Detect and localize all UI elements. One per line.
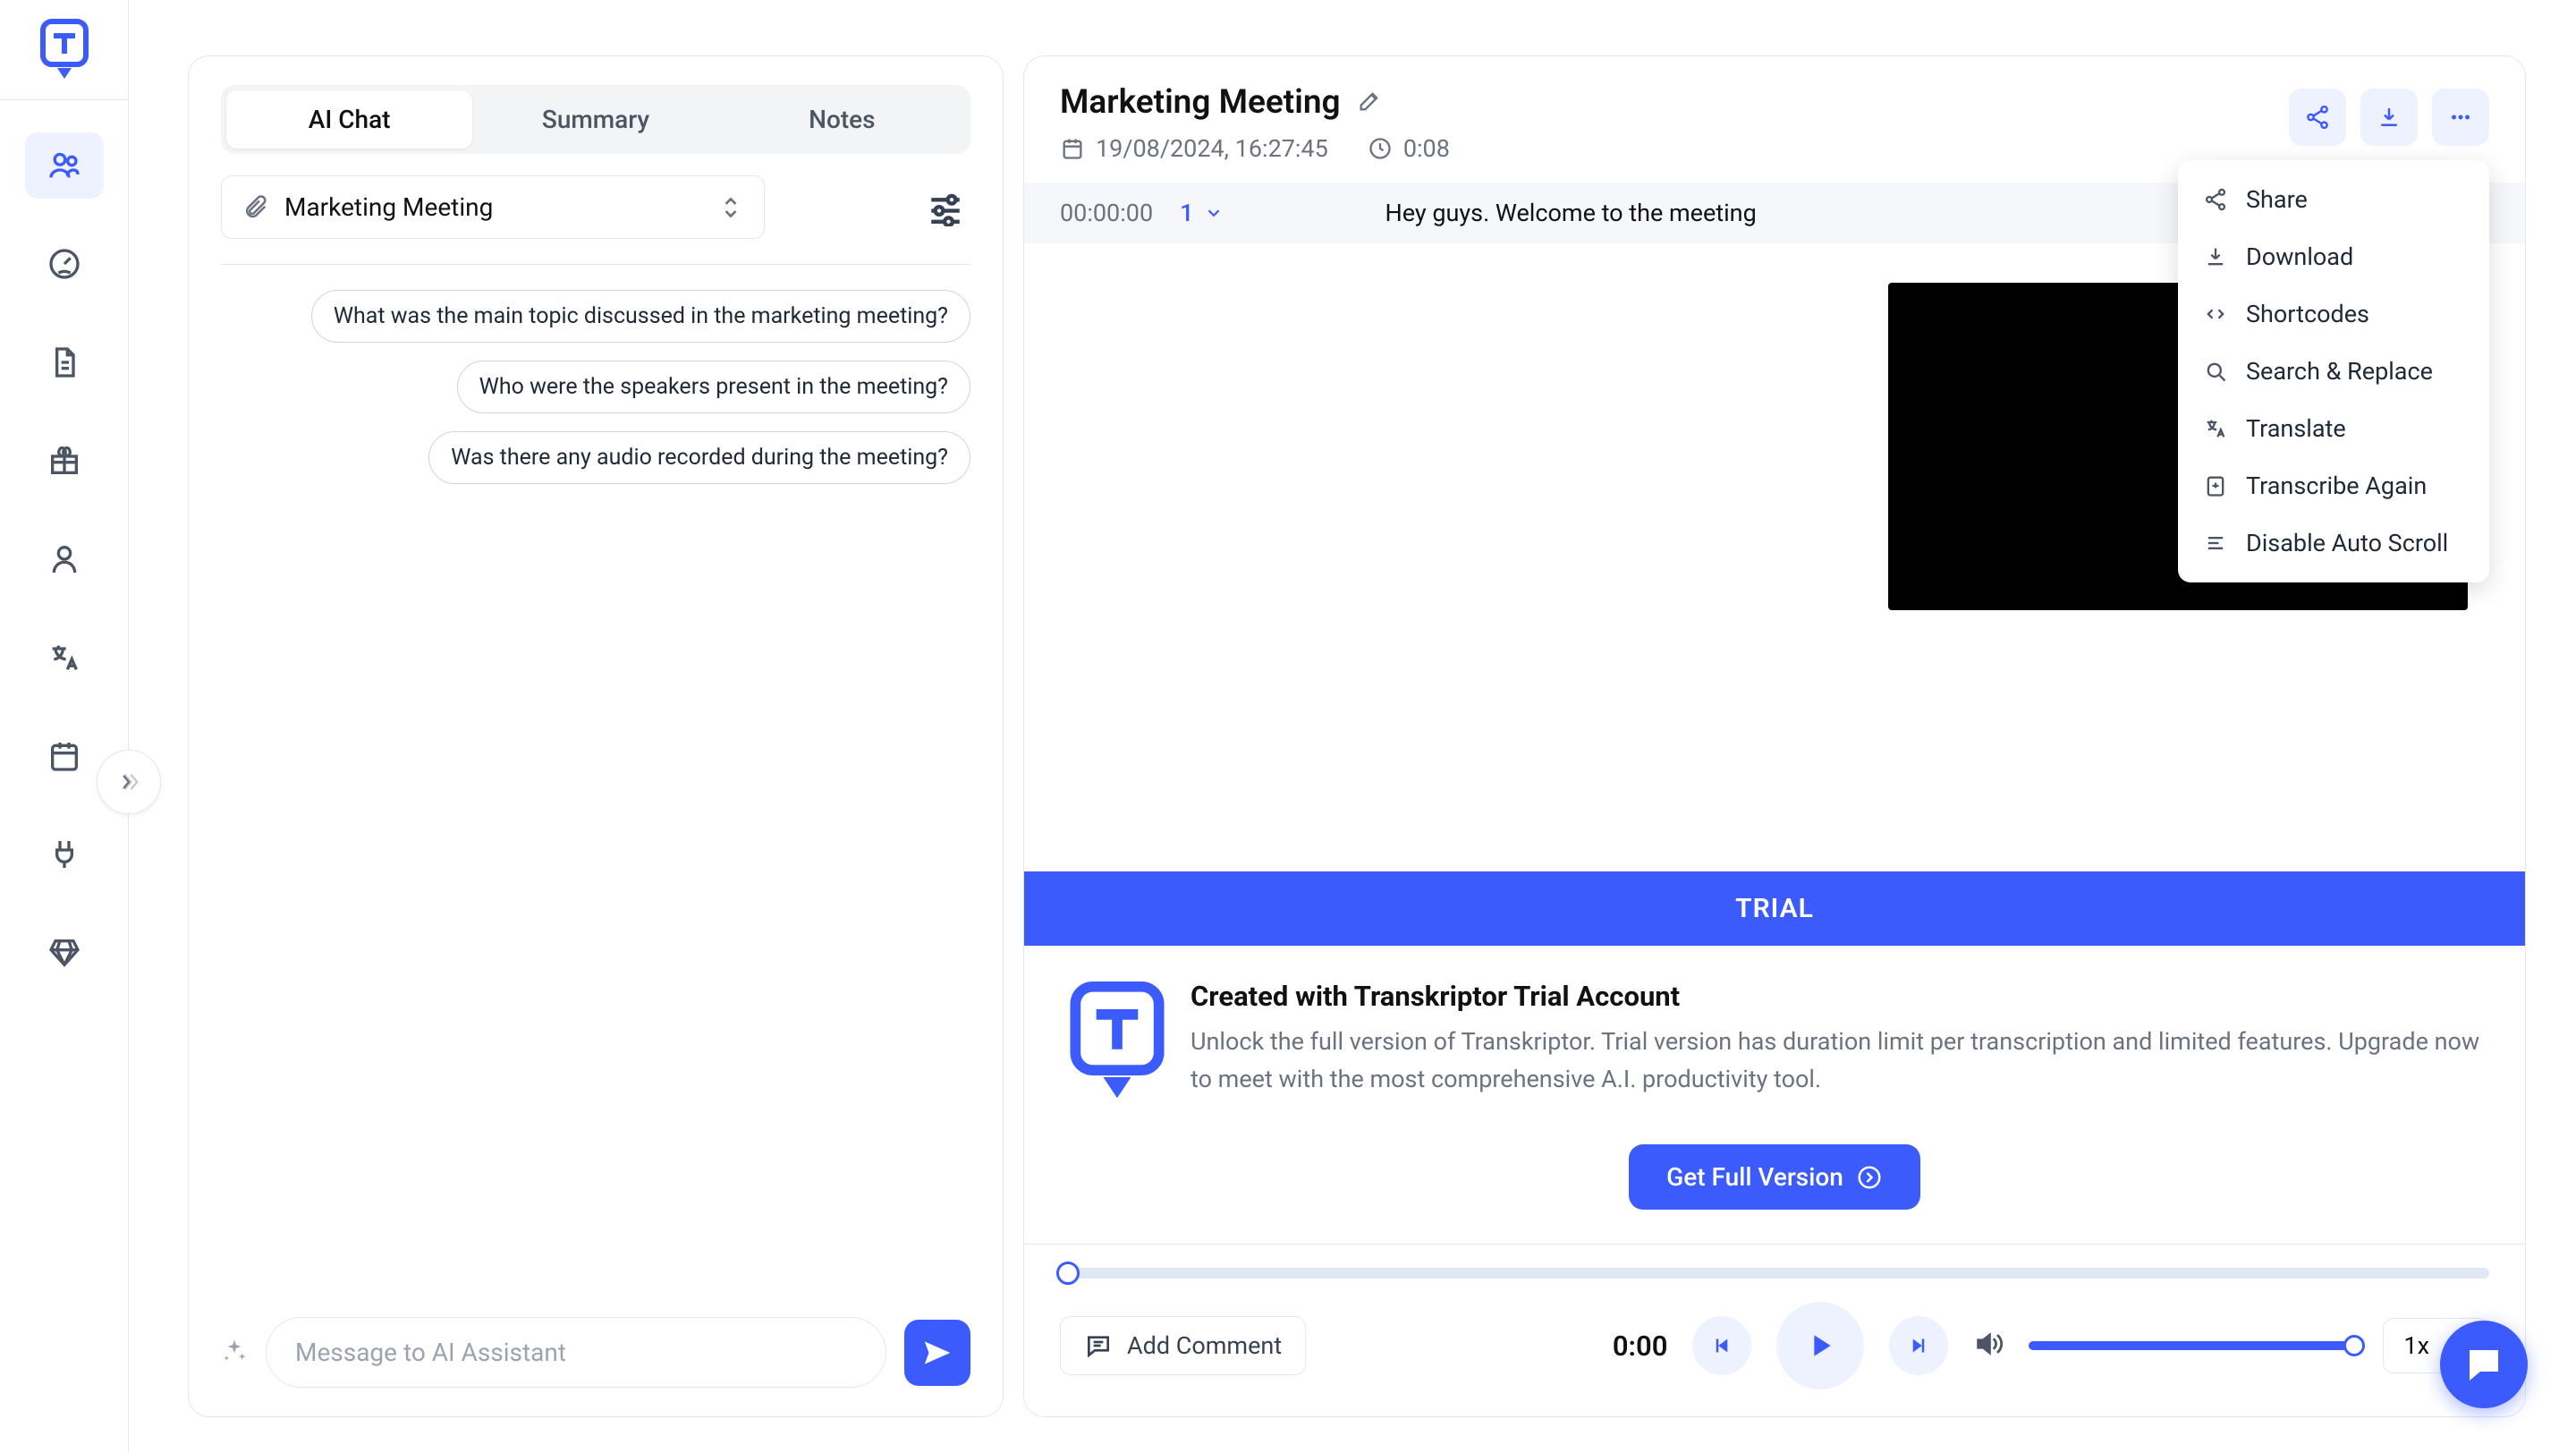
sidebar — [0, 0, 129, 1453]
help-chat-button[interactable] — [2440, 1321, 2528, 1408]
transcript-text: Hey guys. Welcome to the meeting — [1385, 199, 1756, 227]
dropdown-download[interactable]: Download — [2178, 228, 2489, 285]
transcript-title: Marketing Meeting — [1060, 83, 1341, 122]
tab-summary[interactable]: Summary — [472, 90, 718, 149]
file-name: Marketing Meeting — [284, 192, 701, 222]
trial-heading: Created with Transkriptor Trial Account — [1191, 980, 2482, 1013]
download-button[interactable] — [2360, 89, 2418, 146]
dropdown-transcribe-again[interactable]: Transcribe Again — [2178, 457, 2489, 514]
sidebar-item-integrations[interactable] — [25, 821, 104, 888]
filter-button[interactable] — [920, 183, 970, 233]
sparkle-icon — [221, 1338, 248, 1368]
dropdown-shortcodes[interactable]: Shortcodes — [2178, 285, 2489, 343]
next-button[interactable] — [1889, 1316, 1948, 1375]
sidebar-item-translate[interactable] — [25, 625, 104, 691]
playback-time: 0:00 — [1613, 1330, 1668, 1363]
more-dropdown: Share Download Shortcodes Search & Repla… — [2178, 160, 2489, 582]
volume-slider[interactable] — [2029, 1341, 2358, 1350]
paperclip-icon — [242, 194, 268, 221]
sidebar-item-dashboard[interactable] — [25, 231, 104, 297]
suggestion-chip[interactable]: Was there any audio recorded during the … — [428, 431, 970, 484]
share-button[interactable] — [2289, 89, 2346, 146]
get-full-version-button[interactable]: Get Full Version — [1629, 1144, 1920, 1210]
suggestion-chip[interactable]: What was the main topic discussed in the… — [311, 290, 970, 343]
volume-button[interactable] — [1973, 1329, 2004, 1363]
trial-body-text: Unlock the full version of Transkriptor.… — [1191, 1024, 2482, 1099]
tab-ai-chat[interactable]: AI Chat — [226, 90, 472, 149]
sidebar-item-premium[interactable] — [25, 920, 104, 986]
prev-button[interactable] — [1692, 1316, 1751, 1375]
dropdown-search-replace[interactable]: Search & Replace — [2178, 343, 2489, 400]
transcript-date: 19/08/2024, 16:27:45 — [1060, 134, 1328, 163]
chat-input[interactable]: Message to AI Assistant — [266, 1317, 886, 1388]
more-button[interactable] — [2432, 89, 2489, 146]
sidebar-item-team[interactable] — [25, 132, 104, 199]
logo-area — [0, 0, 128, 100]
dropdown-share[interactable]: Share — [2178, 171, 2489, 228]
play-button[interactable] — [1776, 1302, 1864, 1389]
add-comment-button[interactable]: Add Comment — [1060, 1316, 1306, 1375]
chat-panel: AI Chat Summary Notes Marketing Meeting … — [188, 55, 1004, 1417]
app-logo-icon — [39, 18, 89, 82]
edit-title-button[interactable] — [1357, 89, 1382, 117]
transcript-panel: Marketing Meeting 19/08/2024, 16:27:45 0… — [1023, 55, 2526, 1417]
sidebar-item-files[interactable] — [25, 329, 104, 395]
trial-logo-icon — [1067, 980, 1167, 1105]
sidebar-item-profile[interactable] — [25, 526, 104, 592]
send-button[interactable] — [904, 1320, 970, 1386]
progress-slider[interactable] — [1060, 1268, 2489, 1279]
trial-badge: TRIAL — [1024, 871, 2525, 946]
transcript-timestamp: 00:00:00 — [1060, 199, 1153, 227]
dropdown-translate[interactable]: Translate — [2178, 400, 2489, 457]
transcript-duration: 0:08 — [1368, 134, 1450, 163]
sidebar-item-gift[interactable] — [25, 428, 104, 494]
sidebar-item-calendar[interactable] — [25, 723, 104, 789]
transcript-speaker[interactable]: 1 — [1180, 199, 1224, 227]
dropdown-disable-auto-scroll[interactable]: Disable Auto Scroll — [2178, 514, 2489, 572]
suggestions-list: What was the main topic discussed in the… — [221, 290, 970, 484]
file-selector[interactable]: Marketing Meeting — [221, 175, 765, 239]
player-bar: Add Comment 0:00 1x — [1024, 1244, 2525, 1416]
suggestion-chip[interactable]: Who were the speakers present in the mee… — [457, 361, 970, 413]
tab-notes[interactable]: Notes — [719, 90, 965, 149]
updown-icon — [717, 194, 744, 221]
tab-bar: AI Chat Summary Notes — [221, 85, 970, 154]
